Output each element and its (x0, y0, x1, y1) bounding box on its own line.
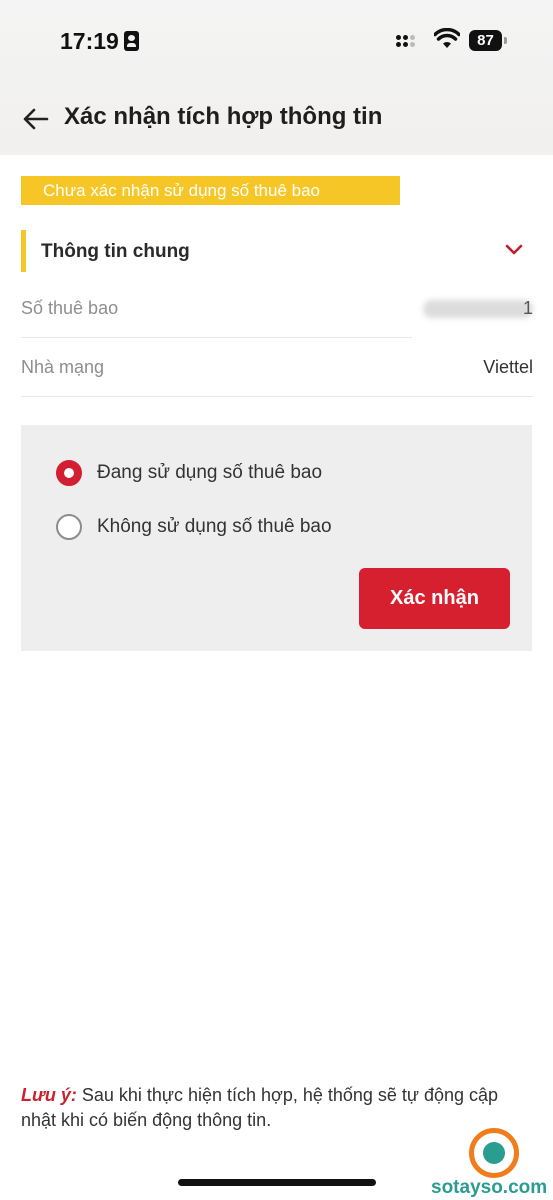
back-arrow-icon[interactable] (22, 106, 50, 132)
note-label: Lưu ý: (21, 1085, 77, 1105)
watermark-logo-icon (469, 1128, 519, 1178)
note-body: Sau khi thực hiện tích hợp, hệ thống sẽ … (21, 1085, 499, 1130)
confirm-button[interactable]: Xác nhận (359, 568, 510, 629)
row-divider (21, 396, 533, 397)
note-text: Lưu ý: Sau khi thực hiện tích hợp, hệ th… (21, 1083, 531, 1133)
watermark-text: sotayso.com (431, 1177, 548, 1198)
section-accent-bar (21, 230, 26, 272)
usage-option-panel: Đang sử dụng số thuê bao Không sử dụng s… (21, 425, 532, 651)
status-bar: 17:19 87 (0, 0, 553, 82)
radio-label-not-in-use: Không sử dụng số thuê bao (97, 516, 332, 537)
subscriber-number-tail: 1 (522, 298, 533, 318)
section-header-general-info[interactable]: Thông tin chung (21, 228, 533, 272)
home-indicator[interactable] (178, 1179, 376, 1186)
carrier-label: Nhà mạng (21, 357, 105, 377)
radio-checked-icon[interactable] (56, 460, 82, 486)
status-banner: Chưa xác nhận sử dụng số thuê bao (21, 176, 400, 205)
subscriber-number-label: Số thuê bao (21, 298, 119, 318)
info-row-carrier: Nhà mạng Viettel (21, 339, 533, 397)
radio-label-in-use: Đang sử dụng số thuê bao (97, 462, 323, 483)
info-row-subscriber-number: Số thuê bao 1 (21, 280, 533, 338)
section-title: Thông tin chung (41, 241, 190, 262)
row-divider (21, 337, 412, 338)
id-card-icon (124, 31, 139, 51)
status-time: 17:19 (60, 28, 119, 54)
page-title: Xác nhận tích hợp thông tin (64, 103, 383, 130)
carrier-value: Viettel (483, 357, 533, 377)
battery-icon: 87 (469, 30, 507, 51)
chevron-down-icon[interactable] (505, 244, 523, 256)
wifi-icon (434, 28, 460, 48)
cellular-signal-icon (396, 32, 426, 50)
radio-unchecked-icon[interactable] (56, 514, 82, 540)
masked-subscriber-number (423, 300, 533, 318)
